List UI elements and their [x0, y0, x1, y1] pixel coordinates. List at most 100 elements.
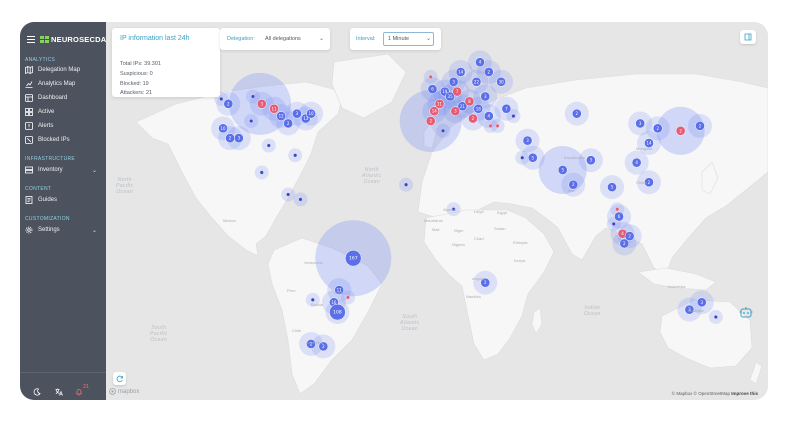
attack-cluster-marker[interactable]: 2 [468, 113, 478, 124]
sidebar-item-label: Dashboard [38, 95, 68, 101]
cluster-circle [511, 114, 516, 119]
sidebar-item-inventory[interactable]: Inventory ⌄ [25, 165, 101, 175]
ip-cluster-marker[interactable] [293, 153, 298, 158]
ip-cluster-marker[interactable] [219, 96, 224, 101]
ip-cluster-marker[interactable]: 3 [448, 76, 459, 87]
attack-cluster-marker[interactable]: 3 [256, 99, 267, 109]
ip-cluster-marker[interactable]: 108 [329, 303, 346, 321]
ip-cluster-marker[interactable]: 14 [455, 67, 466, 77]
interval-selector[interactable]: Interval: 1 Minute ⌄ [350, 28, 441, 50]
sidebar-item-label: Settings [38, 227, 60, 233]
delegation-value[interactable]: All delegations [265, 36, 301, 42]
ip-cluster-marker[interactable]: 167 [345, 249, 362, 267]
ip-cluster-marker[interactable]: 3 [635, 118, 646, 129]
ip-cluster-marker[interactable] [266, 143, 271, 148]
ip-cluster-marker[interactable] [441, 128, 445, 133]
ip-cluster-marker[interactable] [520, 155, 525, 160]
ip-cluster-marker[interactable] [251, 94, 255, 99]
ip-cluster-marker[interactable]: 2 [483, 67, 494, 77]
ip-cluster-marker[interactable]: 3 [292, 108, 302, 119]
attack-cluster-marker[interactable]: 2 [675, 125, 686, 136]
ip-cluster-marker[interactable]: 6 [427, 84, 438, 95]
ip-cluster-marker[interactable]: 10 [306, 108, 316, 119]
sidebar-item-settings[interactable]: Settings ⌄ [25, 225, 101, 235]
ip-cluster-marker[interactable]: 3 [696, 297, 707, 308]
sidebar-item-guides[interactable]: Guides [25, 195, 101, 205]
attack-cluster-marker[interactable] [488, 123, 493, 128]
improve-map-link[interactable]: Improve this [731, 391, 758, 396]
attack-cluster-marker[interactable]: 2 [425, 116, 436, 126]
ip-cluster-marker[interactable]: 4 [475, 57, 485, 68]
ip-cluster-marker[interactable] [611, 221, 616, 226]
attack-cluster-marker[interactable]: 3 [450, 106, 461, 117]
interval-value[interactable]: 1 Minute [388, 36, 409, 42]
ip-cluster-marker[interactable]: 12 [276, 111, 286, 121]
mapbox-attribution-link[interactable]: © Mapbox [672, 391, 693, 396]
ip-cluster-marker[interactable]: 2 [571, 108, 582, 119]
ip-cluster-marker[interactable]: 2 [695, 121, 705, 131]
bell-icon[interactable] [75, 383, 83, 396]
world-map[interactable]: 11 3 2 10 2 3 12 2 3 13 10 167 16 11 108 2 2 2 14 11 19 35 7 21… [106, 22, 768, 400]
ip-cluster-marker[interactable] [259, 170, 264, 175]
ip-cluster-marker[interactable]: 18 [473, 103, 484, 114]
mapbox-logo[interactable]: mapbox [109, 388, 139, 395]
moon-icon[interactable] [33, 383, 41, 396]
language-icon[interactable] [55, 383, 63, 396]
ip-cluster-marker[interactable]: 2 [225, 133, 235, 144]
ip-cluster-marker[interactable] [249, 119, 254, 123]
attack-cluster-marker[interactable]: 11 [269, 103, 279, 114]
sidebar-item-analytics-map[interactable]: Analytics Map [25, 79, 101, 89]
ip-cluster-marker[interactable] [511, 114, 516, 119]
sidebar-item-label: Analytics Map [38, 81, 76, 87]
sidebar-item-dashboard[interactable]: Dashboard [25, 93, 101, 103]
ip-cluster-marker[interactable]: 7 [501, 103, 512, 114]
country-label: Angola [472, 276, 485, 281]
ip-cluster-marker[interactable]: 6 [614, 211, 624, 222]
sidebar-item-alerts[interactable]: Alerts [25, 121, 101, 131]
ip-cluster-marker[interactable] [404, 182, 409, 187]
cluster-circle [495, 123, 500, 128]
country-label: Niger [454, 228, 464, 233]
chevron-down-icon[interactable]: ⌄ [319, 35, 324, 42]
menu-icon[interactable] [27, 35, 35, 43]
sidebar-item-active[interactable]: Active [25, 107, 101, 117]
attack-cluster-marker[interactable] [346, 295, 350, 300]
collapse-panel-button[interactable] [740, 30, 756, 44]
ocean-label-line: Ocean [116, 189, 134, 195]
ip-cluster-marker[interactable]: 5 [607, 182, 617, 192]
attack-cluster-marker[interactable] [428, 74, 433, 79]
ip-cluster-marker[interactable]: 2 [624, 231, 635, 241]
ip-cluster-marker[interactable] [286, 192, 291, 197]
ip-cluster-marker[interactable]: 5 [527, 152, 538, 163]
sidebar-item-blocked-ips[interactable]: Blocked IPs [25, 135, 101, 145]
attack-cluster-marker[interactable]: 8 [464, 96, 475, 107]
osm-attribution-link[interactable]: © OpenStreetMap [694, 391, 730, 396]
ip-cluster-marker[interactable]: 4 [483, 111, 494, 121]
sidebar-item-delegation-map[interactable]: Delegation Map [25, 65, 101, 75]
ip-cluster-marker[interactable]: 3 [234, 133, 244, 144]
ip-cluster-marker[interactable]: 3 [522, 135, 533, 146]
attack-cluster-marker[interactable] [615, 207, 620, 212]
section-analytics: ANALYTICS [25, 57, 56, 63]
ip-cluster-marker[interactable] [713, 315, 718, 319]
ip-cluster-marker[interactable] [298, 197, 303, 202]
refresh-button[interactable] [113, 372, 126, 385]
attack-cluster-marker[interactable]: 7 [452, 86, 462, 97]
ip-cluster-marker[interactable]: 4 [631, 157, 642, 168]
ip-cluster-marker[interactable]: 30 [496, 76, 506, 87]
robot-icon[interactable] [739, 306, 753, 318]
ip-cluster-marker[interactable]: 2 [652, 123, 663, 134]
ip-cluster-marker[interactable]: 2 [283, 118, 294, 129]
cluster-count: 4 [635, 160, 638, 165]
attack-cluster-marker[interactable]: 11 [434, 99, 445, 109]
sidebar-item-label: Inventory [38, 167, 63, 173]
ip-cluster-marker[interactable]: 3 [480, 91, 491, 102]
attack-cluster-marker[interactable] [495, 123, 500, 128]
ip-cluster-marker[interactable]: 5 [557, 165, 568, 175]
ip-cluster-marker[interactable]: 22 [471, 76, 482, 87]
ip-cluster-marker[interactable]: 3 [586, 155, 596, 166]
ip-cluster-marker[interactable]: 2 [223, 99, 234, 109]
ip-cluster-marker[interactable]: 10 [218, 123, 228, 134]
chevron-down-icon[interactable]: ⌄ [426, 35, 431, 42]
delegation-selector[interactable]: Delegation: All delegations ⌄ [220, 28, 330, 50]
